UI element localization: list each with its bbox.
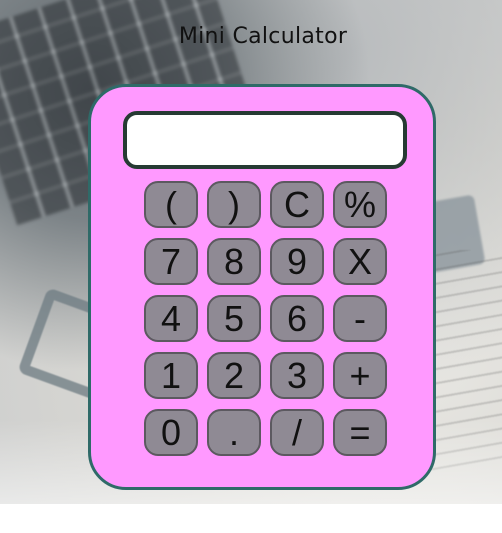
key-minus[interactable]: - — [333, 295, 387, 342]
key-close-paren[interactable]: ) — [207, 181, 261, 228]
keypad: ( ) C % 7 8 9 X 4 5 6 - 1 2 3 + 0 . / = — [144, 181, 387, 456]
key-5[interactable]: 5 — [207, 295, 261, 342]
key-plus[interactable]: + — [333, 352, 387, 399]
key-multiply[interactable]: X — [333, 238, 387, 285]
key-6[interactable]: 6 — [270, 295, 324, 342]
key-7[interactable]: 7 — [144, 238, 198, 285]
key-equals[interactable]: = — [333, 409, 387, 456]
calculator-display — [123, 111, 407, 169]
calculator: ( ) C % 7 8 9 X 4 5 6 - 1 2 3 + 0 . / = — [88, 84, 436, 490]
key-0[interactable]: 0 — [144, 409, 198, 456]
key-divide[interactable]: / — [270, 409, 324, 456]
page-title: Mini Calculator — [178, 24, 348, 49]
key-9[interactable]: 9 — [270, 238, 324, 285]
key-4[interactable]: 4 — [144, 295, 198, 342]
key-percent[interactable]: % — [333, 181, 387, 228]
key-2[interactable]: 2 — [207, 352, 261, 399]
key-open-paren[interactable]: ( — [144, 181, 198, 228]
key-decimal[interactable]: . — [207, 409, 261, 456]
key-3[interactable]: 3 — [270, 352, 324, 399]
key-8[interactable]: 8 — [207, 238, 261, 285]
key-1[interactable]: 1 — [144, 352, 198, 399]
key-clear[interactable]: C — [270, 181, 324, 228]
